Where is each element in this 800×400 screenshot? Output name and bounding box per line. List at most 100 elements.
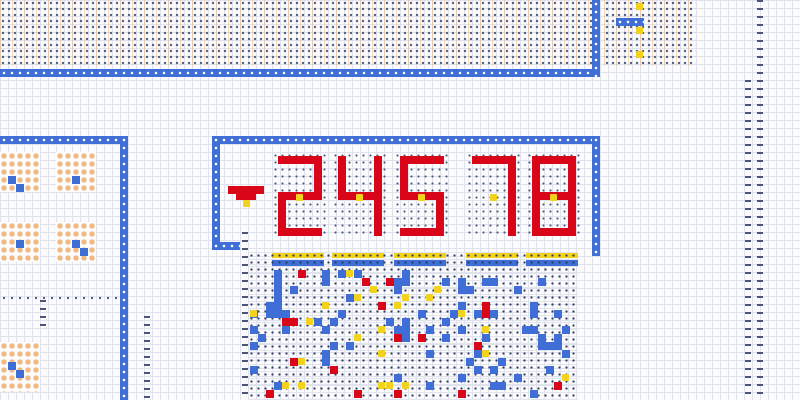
top-logic-array	[0, 0, 592, 66]
decoder-feed-line	[242, 232, 248, 400]
decoder-cell	[298, 382, 305, 389]
decoder-cell	[274, 286, 282, 294]
decoder-cell	[554, 342, 562, 350]
decoder-cell	[402, 334, 410, 342]
decoder-cell	[458, 310, 465, 317]
display-frame-top	[212, 136, 600, 144]
top-right-riser-wire	[592, 0, 600, 77]
decoder-cell	[314, 318, 322, 326]
decoder-cell	[354, 294, 361, 301]
decoder-cell	[394, 302, 401, 309]
top-right-logic	[604, 0, 696, 66]
decoder-cell	[354, 334, 361, 341]
decoder-cell	[298, 270, 306, 278]
display-frame-right	[592, 136, 600, 256]
decoder-cell	[266, 310, 274, 318]
decoder-cell	[450, 310, 458, 318]
decoder-cell	[394, 286, 402, 294]
decoder-cell	[546, 342, 554, 350]
digit-latch	[356, 194, 363, 201]
decoder-cell	[466, 358, 474, 366]
decoder-cell	[394, 374, 402, 382]
decoder-cell	[274, 278, 282, 286]
decoder-cell	[274, 270, 282, 278]
input-tile[interactable]	[56, 152, 96, 192]
display-frame-bottom	[212, 242, 240, 250]
decoder-cell	[482, 326, 489, 333]
right-signal-line	[745, 80, 751, 400]
decoder-cell	[418, 310, 426, 318]
decoder-cell	[378, 350, 385, 357]
top-right-bus-wire	[616, 18, 644, 26]
decoder-cell	[258, 334, 266, 342]
decoder-cell	[530, 302, 538, 310]
decoder-cell	[274, 310, 282, 318]
decoder-cell	[402, 270, 410, 278]
decoder-cell	[402, 278, 410, 286]
decoder-cell	[426, 350, 434, 358]
minus-sign-segment	[228, 186, 264, 194]
left-connector-row	[0, 294, 120, 302]
input-tile[interactable]	[0, 342, 40, 392]
decoder-cell	[474, 310, 482, 318]
decoder-cell	[394, 278, 402, 286]
decoder-cell	[378, 382, 385, 389]
decoder-cell	[458, 390, 466, 398]
decoder-cell	[458, 302, 466, 310]
decoder-cell	[378, 302, 386, 310]
decoder-cell	[402, 318, 410, 326]
decoder-cell	[466, 286, 474, 294]
active-cell	[80, 248, 88, 256]
decoder-cell	[322, 278, 330, 286]
top-right-latch	[636, 51, 643, 58]
active-cell	[16, 240, 24, 248]
active-cell	[16, 184, 24, 192]
decoder-cell	[282, 318, 290, 326]
active-cell	[72, 176, 80, 184]
decoder-cell	[458, 278, 466, 286]
decoder-cell	[378, 326, 385, 333]
decoder-cell	[386, 278, 394, 286]
decoder-cell	[322, 326, 330, 334]
decoder-cell	[546, 366, 554, 374]
decoder-cell	[562, 326, 570, 334]
decoder-cell	[482, 334, 490, 342]
decoder-cell	[482, 310, 490, 318]
decoder-cell	[370, 286, 377, 293]
decoder-cell	[498, 382, 506, 390]
decoder-cell	[306, 318, 313, 325]
decoder-cell	[322, 270, 330, 278]
decoder-cell	[490, 382, 498, 390]
decoder-cell	[282, 326, 290, 334]
decoder-cell	[290, 358, 298, 366]
decoder-cell	[442, 334, 450, 342]
decoder-cell	[250, 366, 258, 374]
top-right-latch	[636, 3, 643, 10]
decoder-cell	[474, 366, 482, 374]
decoder-cell	[330, 342, 338, 350]
decoder-cell	[250, 310, 257, 317]
decoder-cell	[490, 366, 498, 374]
decoder-cell	[426, 382, 434, 390]
decoder-cell	[330, 318, 338, 326]
decoder-cell	[322, 358, 330, 366]
decoder-cell	[458, 326, 466, 334]
display-frame-left	[212, 136, 220, 250]
decoder-cell	[338, 270, 346, 278]
decoder-cell	[274, 294, 282, 302]
decoder-cell	[346, 270, 353, 277]
decoder-cell	[282, 310, 290, 318]
decoder-cell	[330, 366, 338, 374]
decoder-cell	[282, 382, 289, 389]
decoder-cell	[482, 278, 490, 286]
decoder-cell	[354, 270, 362, 278]
decoder-cell	[346, 294, 354, 302]
decoder-cell	[290, 286, 298, 294]
decoder-cell	[402, 326, 410, 334]
decoder-cell	[474, 350, 482, 358]
left-down-signal	[40, 300, 46, 330]
decoder-cell	[402, 294, 409, 301]
decoder-cell	[554, 382, 562, 390]
decoder-cell	[554, 310, 562, 318]
top-bus-wire	[0, 69, 600, 77]
